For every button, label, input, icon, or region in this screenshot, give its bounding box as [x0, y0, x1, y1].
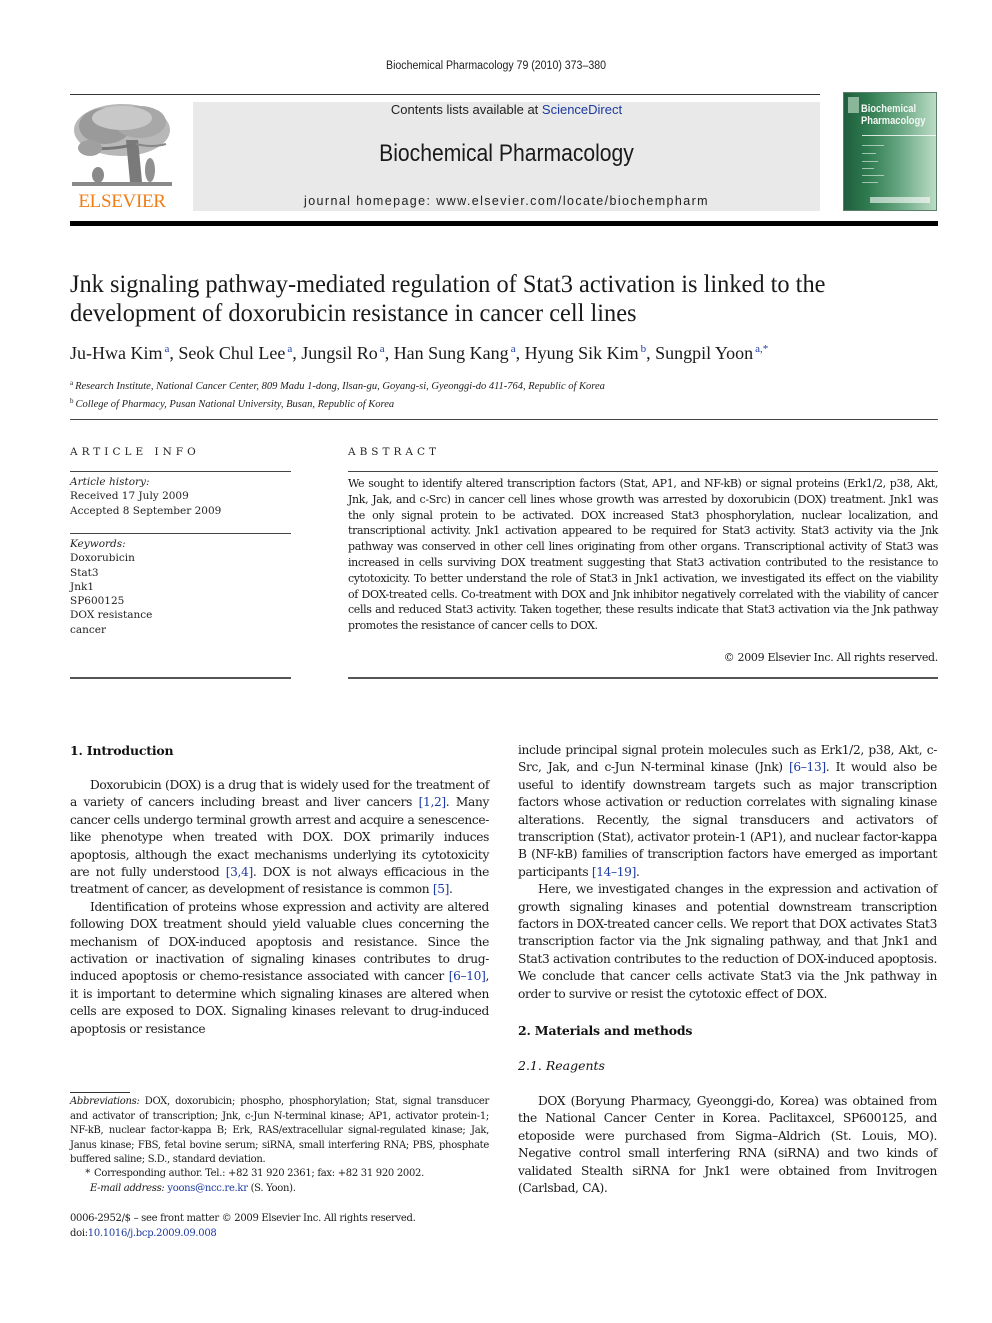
history-label: Article history: [70, 476, 150, 488]
affiliation: a Research Institute, National Cancer Cen… [70, 379, 605, 392]
email-link[interactable]: yoons@ncc.re.kr [167, 1183, 248, 1194]
author[interactable]: Han Sung Kang a [394, 343, 516, 363]
cover-text-line [862, 161, 878, 162]
paragraph: include principal signal protein molecul… [518, 743, 937, 879]
footnote-divider [70, 1092, 130, 1093]
article-info-heading: ARTICLE INFO [70, 446, 200, 458]
article-history: Article history: Received 17 July 2009 A… [70, 475, 221, 518]
paragraph: Identification of proteins whose express… [70, 899, 489, 1036]
journal-cover-image[interactable]: Biochemical Pharmacology [843, 92, 937, 211]
keyword: Stat3 [70, 566, 99, 579]
elsevier-tree-icon [70, 100, 174, 192]
cover-footer-logo [870, 197, 930, 203]
abstract-copyright: © 2009 Elsevier Inc. All rights reserved… [723, 651, 939, 664]
abstract-divider [348, 677, 938, 679]
keyword: cancer [70, 623, 107, 636]
keywords-label: Keywords: [70, 538, 126, 550]
author[interactable]: Hyung Sik Kim b [525, 343, 647, 363]
paragraph: Doxorubicin (DOX) is a drug that is wide… [70, 778, 490, 897]
asterisk-mark: * [85, 1168, 90, 1179]
elsevier-wordmark: ELSEVIER [78, 191, 166, 212]
affiliations: a Research Institute, National Cancer Cen… [70, 376, 950, 412]
email-suffix: (S. Yoon). [247, 1182, 296, 1194]
received-date: Received 17 July 2009 [70, 490, 189, 503]
cover-title-line2: Pharmacology [861, 115, 926, 127]
journal-name: Biochemical Pharmacology [379, 140, 634, 167]
abbreviations-footnote: Abbreviations: DOX, doxorubicin; phospho… [70, 1095, 489, 1168]
article-info-divider [70, 471, 291, 472]
title-divider [70, 419, 938, 420]
body-column-right: include principal signal protein molecul… [518, 742, 937, 1003]
affiliation: b College of Pharmacy, Pusan National Uni… [70, 397, 395, 410]
masthead-divider [70, 221, 938, 226]
elsevier-logo[interactable]: ELSEVIER [70, 100, 174, 212]
cover-text-line [862, 168, 874, 169]
citation-link[interactable]: [1,2] [419, 795, 447, 809]
cover-title: Biochemical Pharmacology [861, 103, 926, 127]
masthead: Contents lists available at ScienceDirec… [193, 102, 820, 211]
author[interactable]: Jungsil Ro a [301, 343, 384, 363]
contents-prefix: Contents lists available at [390, 102, 542, 117]
doi-prefix: doi: [70, 1228, 88, 1239]
paragraph: Here, we investigated changes in the exp… [518, 882, 937, 1001]
corresponding-author-text: Corresponding author. Tel.: +82 31 920 2… [94, 1168, 425, 1179]
contents-line: Contents lists available at ScienceDirec… [193, 102, 820, 117]
cover-rule [862, 135, 936, 136]
author[interactable]: Sungpil Yoon a,* [655, 343, 768, 363]
body-column-left: Doxorubicin (DOX) is a drug that is wide… [70, 777, 489, 1038]
header-divider [70, 94, 820, 95]
keyword: DOX resistance [70, 609, 153, 622]
citation-link[interactable]: [14–19] [592, 865, 637, 879]
citation-link[interactable]: [6–10] [449, 969, 486, 983]
cover-title-line1: Biochemical [861, 103, 917, 115]
keyword: Jnk1 [70, 580, 95, 593]
running-header: Biochemical Pharmacology 79 (2010) 373–3… [386, 60, 606, 72]
citation-link[interactable]: [6–13] [789, 760, 826, 774]
keyword: SP600125 [70, 595, 125, 608]
article-title: Jnk signaling pathway-mediated regulatio… [70, 271, 826, 327]
citation-link[interactable]: [3,4] [226, 865, 254, 879]
issn-copyright: 0006-2952/$ – see front matter © 2009 El… [70, 1213, 416, 1224]
corresponding-author-footnote: * Corresponding author. Tel.: +82 31 920 … [70, 1167, 489, 1196]
front-matter: 0006-2952/$ – see front matter © 2009 El… [70, 1211, 489, 1241]
cover-text-line [862, 182, 878, 183]
article-info-divider [70, 677, 291, 679]
cover-text-line [862, 145, 884, 146]
abbreviations-label: Abbreviations: [70, 1096, 140, 1107]
accepted-date: Accepted 8 September 2009 [70, 504, 222, 517]
citation-link[interactable]: [5] [433, 882, 450, 896]
cover-text-line [862, 175, 884, 176]
author[interactable]: Ju-Hwa Kim a [70, 343, 169, 363]
paragraph: DOX (Boryung Pharmacy, Gyeonggi-do, Kore… [518, 1094, 937, 1196]
keywords: Keywords: Doxorubicin Stat3 Jnk1 SP60012… [70, 537, 152, 637]
email-label: E-mail address: [90, 1182, 165, 1194]
section-heading-materials-methods: 2. Materials and methods [518, 1023, 693, 1038]
sciencedirect-link[interactable]: ScienceDirect [542, 102, 622, 117]
section-heading-introduction: 1. Introduction [70, 743, 174, 758]
subsection-heading-reagents: 2.1. Reagents [518, 1058, 605, 1073]
abstract-divider [348, 471, 938, 472]
body-column-right-reagents: DOX (Boryung Pharmacy, Gyeonggi-do, Kore… [518, 1093, 937, 1197]
article-info-divider [70, 533, 291, 534]
doi-link[interactable]: 10.1016/j.bcp.2009.09.008 [88, 1228, 217, 1239]
abstract-heading: ABSTRACT [348, 446, 441, 458]
abstract-text: We sought to identify altered transcript… [348, 477, 938, 633]
cover-text-line [862, 153, 876, 154]
cover-emblem-icon [848, 97, 859, 113]
keyword: Doxorubicin [70, 552, 135, 565]
journal-homepage-link[interactable]: journal homepage: www.elsevier.com/locat… [193, 194, 820, 208]
author[interactable]: Seok Chul Lee a [178, 343, 292, 363]
author-list: Ju-Hwa Kim a, Seok Chul Lee a, Jungsil Ro a… [70, 343, 769, 363]
